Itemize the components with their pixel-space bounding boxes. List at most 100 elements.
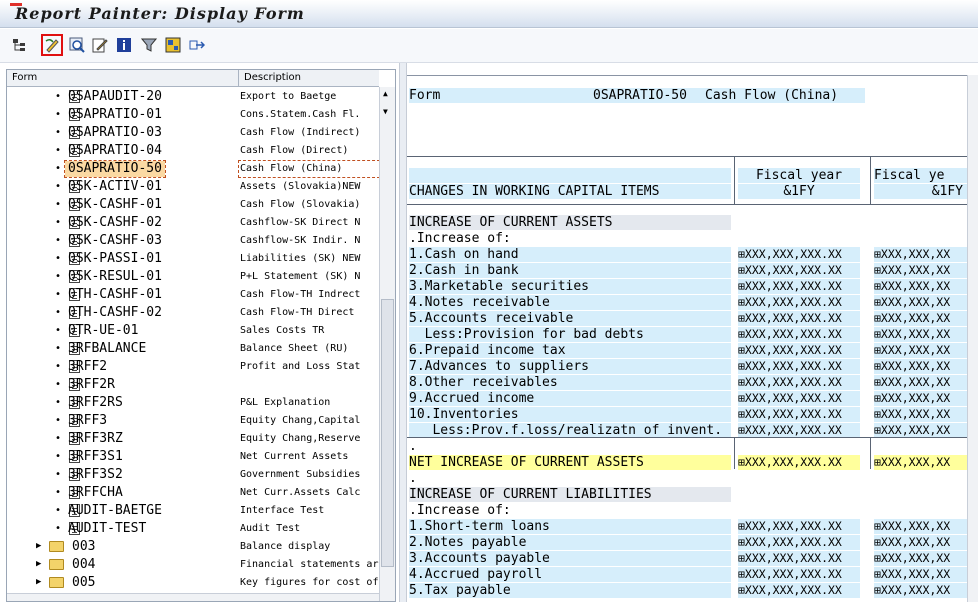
report-line: INCREASE OF CURRENT ASSETS — [409, 215, 731, 230]
column-form-header[interactable]: Form — [12, 72, 37, 83]
tree-row[interactable]: • 3RFF3RZ Equity Chang,Reserve — [7, 430, 379, 448]
tree-row[interactable]: • 3RFBALANCE Balance Sheet (RU) — [7, 340, 379, 358]
tree-folder-row[interactable]: ▶ 003 Balance display — [7, 538, 379, 556]
layout-icon[interactable] — [162, 34, 184, 56]
tree-form-name[interactable]: 0SK-CASHF-03 — [65, 233, 165, 249]
tree-form-name[interactable]: 3RFFCHA — [65, 485, 126, 501]
tree-form-description: Cash Flow (China) — [238, 160, 380, 178]
column-description-header[interactable]: Description — [244, 72, 301, 83]
find-icon[interactable] — [66, 34, 88, 56]
tree-form-name[interactable]: 3RFF3S2 — [65, 467, 126, 483]
tree-form-name[interactable]: 0TH-CASHF-02 — [65, 305, 165, 321]
tree-form-name[interactable]: 3RFF3 — [65, 413, 110, 429]
tree-form-name[interactable]: 0SK-CASHF-01 — [65, 197, 165, 213]
tree-horizontal-scrollbar[interactable] — [7, 593, 379, 601]
report-scrollbar[interactable] — [967, 75, 978, 602]
splitter[interactable] — [399, 63, 407, 602]
tree-row[interactable]: • 0SAPAUDIT-20 Export to Baetge — [7, 88, 379, 106]
tree-form-name[interactable]: 0SAPAUDIT-20 — [65, 89, 165, 105]
tree-form-name[interactable]: 3RFF3S1 — [65, 449, 126, 465]
tree-form-name[interactable]: 0SAPRATIO-50 — [64, 160, 166, 178]
tree-form-name[interactable]: 3RFF2R — [65, 377, 118, 393]
form-id: 0SAPRATIO-50 — [593, 88, 687, 103]
tree-row[interactable]: • 0SK-ACTIV-01 Assets (Slovakia)NEW — [7, 178, 379, 196]
tree-folder-name[interactable]: 003 — [69, 539, 98, 555]
tree-folder-name[interactable]: 005 — [69, 575, 98, 591]
scrollbar-thumb[interactable] — [381, 299, 394, 567]
tree-form-name[interactable]: 0TH-CASHF-01 — [65, 287, 165, 303]
scroll-down-small-icon[interactable]: ▼ — [383, 107, 388, 116]
tree-form-name[interactable]: 0SAPRATIO-03 — [65, 125, 165, 141]
tree-form-name[interactable]: 3RFF2RS — [65, 395, 126, 411]
tree-row[interactable]: • 3RFF2R — [7, 376, 379, 394]
tree-form-name[interactable]: 3RFF3RZ — [65, 431, 126, 447]
report-line: 1.Cash on hand — [409, 247, 731, 262]
tree-row[interactable]: • 3RFF2 Profit and Loss Stat — [7, 358, 379, 376]
tree-folder-row[interactable]: ▶ 004 Financial statements ar — [7, 556, 379, 574]
expand-icon[interactable]: ▶ — [36, 559, 41, 569]
tree-row[interactable]: • 0SK-CASHF-03 Cashflow-SK Indir. N — [7, 232, 379, 250]
bullet-icon: • — [55, 217, 62, 228]
tree-row[interactable]: • AUDIT-BAETGE Interface Test — [7, 502, 379, 520]
value-cell: ⊞XXX,XXX,XXX.XX — [738, 375, 860, 390]
tree-row[interactable]: • 0SAPRATIO-04 Cash Flow (Direct) — [7, 142, 379, 160]
scroll-up-icon[interactable]: ▲ — [383, 89, 388, 98]
tree-row[interactable]: • 3RFF2RS P&L Explanation — [7, 394, 379, 412]
filter-icon[interactable] — [138, 34, 160, 56]
tree-form-name[interactable]: 0TR-UE-01 — [65, 323, 141, 339]
tree-form-name[interactable]: 3RFBALANCE — [65, 341, 149, 357]
tree-row[interactable]: • 0SK-CASHF-02 Cashflow-SK Direct N — [7, 214, 379, 232]
tree-row[interactable]: • 0TH-CASHF-02 Cash Flow-TH Direct — [7, 304, 379, 322]
tree-vertical-scrollbar[interactable]: ▲ ▼ — [379, 87, 395, 601]
bullet-icon: • — [55, 487, 62, 498]
tree-form-name[interactable]: AUDIT-BAETGE — [65, 503, 165, 519]
bullet-icon: • — [55, 397, 62, 408]
report-line: 5.Tax payable — [409, 583, 731, 598]
tree-folder-name[interactable]: 004 — [69, 557, 98, 573]
change-display-icon[interactable] — [41, 34, 63, 56]
tree-form-description: Government Subsidies — [240, 469, 361, 480]
tree-form-name[interactable]: AUDIT-TEST — [65, 521, 149, 537]
expand-icon[interactable]: ▶ — [36, 577, 41, 587]
info-icon[interactable] — [113, 34, 135, 56]
export-icon[interactable] — [186, 34, 208, 56]
bullet-icon: • — [55, 415, 62, 426]
value-cell: ⊞XXX,XXX,XXX.XX — [738, 359, 860, 374]
expand-icon[interactable]: ▶ — [36, 541, 41, 551]
value-cell: ⊞XXX,XXX,XXX.XX — [738, 535, 860, 550]
tree-row[interactable]: • 3RFFCHA Net Curr.Assets Calc — [7, 484, 379, 502]
tree-row[interactable]: • 0SK-CASHF-01 Cash Flow (Slovakia) — [7, 196, 379, 214]
tree-form-name[interactable]: 0SK-PASSI-01 — [65, 251, 165, 267]
edit-icon[interactable] — [89, 34, 111, 56]
value-cell: ⊞XXX,XXX,XX — [874, 391, 967, 406]
tree-row[interactable]: • 3RFF3S1 Net Current Assets — [7, 448, 379, 466]
tree-form-name[interactable]: 0SK-CASHF-02 — [65, 215, 165, 231]
tree-row[interactable]: • 0SAPRATIO-01 Cons.Statem.Cash Fl. — [7, 106, 379, 124]
tree-row[interactable]: • 0TR-UE-01 Sales Costs TR — [7, 322, 379, 340]
tree-form-name[interactable]: 0SAPRATIO-01 — [65, 107, 165, 123]
tree-form-description: Export to Baetge — [240, 91, 337, 102]
bullet-icon: • — [55, 253, 62, 264]
tree-row[interactable]: • AUDIT-TEST Audit Test — [7, 520, 379, 538]
tree-row[interactable]: • 0SAPRATIO-03 Cash Flow (Indirect) — [7, 124, 379, 142]
hierarchy-icon[interactable] — [8, 34, 30, 56]
report-line: . — [409, 439, 417, 454]
tree-folder-row[interactable]: ▶ 005 Key figures for cost of — [7, 574, 379, 592]
tree-form-name[interactable]: 3RFF2 — [65, 359, 110, 375]
report-line: .Increase of: — [409, 503, 511, 518]
report-line: 10.Inventories — [409, 407, 731, 422]
tree-row[interactable]: • 0SK-RESUL-01 P+L Statement (SK) N — [7, 268, 379, 286]
value-cell: ⊞XXX,XXX,XX — [874, 423, 967, 438]
column1-header-line1: Fiscal year — [738, 168, 860, 183]
report-line: 3.Accounts payable — [409, 551, 731, 566]
tree-form-name[interactable]: 0SK-RESUL-01 — [65, 269, 165, 285]
report-line: 1.Short-term loans — [409, 519, 731, 534]
tree-row[interactable]: • 0SAPRATIO-50 Cash Flow (China) — [7, 160, 380, 178]
tree-row[interactable]: • 0TH-CASHF-01 Cash Flow-TH Indrect — [7, 286, 379, 304]
tree-form-name[interactable]: 0SAPRATIO-04 — [65, 143, 165, 159]
tree-row[interactable]: • 0SK-PASSI-01 Liabilities (SK) NEW — [7, 250, 379, 268]
value-cell: ⊞XXX,XXX,XX — [874, 407, 967, 422]
tree-form-name[interactable]: 0SK-ACTIV-01 — [65, 179, 165, 195]
tree-row[interactable]: • 3RFF3S2 Government Subsidies — [7, 466, 379, 484]
tree-row[interactable]: • 3RFF3 Equity Chang,Capital — [7, 412, 379, 430]
